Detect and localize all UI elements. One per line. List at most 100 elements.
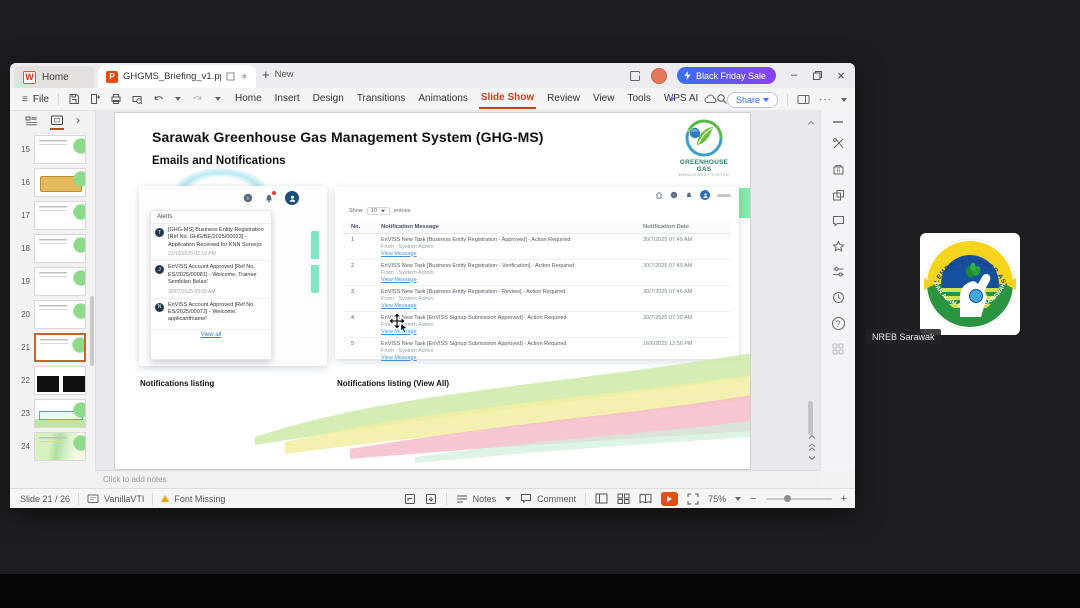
view-message-link[interactable]: View Message bbox=[381, 277, 637, 283]
menu-item[interactable]: Design bbox=[311, 90, 346, 108]
more-apps-grid-icon[interactable] bbox=[832, 343, 844, 355]
next-slide-arrow[interactable] bbox=[808, 455, 816, 461]
undo-dropdown-caret[interactable] bbox=[174, 97, 181, 101]
font-missing-label[interactable]: Font Missing bbox=[174, 494, 225, 504]
panel-scrollbar[interactable] bbox=[90, 296, 94, 366]
menu-item[interactable]: View bbox=[591, 90, 617, 108]
slide-thumbnail-item[interactable]: 17 bbox=[10, 201, 95, 230]
resume-assistant-icon[interactable]: R bbox=[832, 163, 845, 176]
slide-thumbnail[interactable] bbox=[34, 267, 86, 296]
toggle-panel-icon[interactable] bbox=[797, 94, 810, 105]
settings-sliders-icon[interactable] bbox=[832, 266, 845, 278]
slide-canvas[interactable]: Sarawak Greenhouse Gas Management System… bbox=[114, 112, 751, 470]
cloud-sync-icon[interactable] bbox=[704, 94, 718, 105]
slide-thumbnail[interactable] bbox=[34, 300, 86, 329]
undo-icon[interactable] bbox=[152, 93, 166, 105]
share-button[interactable]: Share bbox=[726, 91, 778, 108]
account-avatar[interactable] bbox=[650, 67, 667, 84]
quick-tools-icon[interactable] bbox=[832, 137, 845, 150]
comment-toggle-icon[interactable] bbox=[520, 493, 532, 504]
slide-size-icon[interactable] bbox=[404, 493, 416, 505]
normal-view-icon[interactable] bbox=[595, 493, 608, 504]
menu-item[interactable]: Slide Show bbox=[478, 89, 537, 109]
zoom-in-button[interactable]: + bbox=[841, 493, 847, 505]
view-message-link[interactable]: View Message bbox=[381, 329, 637, 335]
collapse-ribbon-caret[interactable] bbox=[841, 97, 847, 102]
editor-scrollbar[interactable] bbox=[806, 113, 816, 467]
file-menu[interactable]: File bbox=[33, 94, 49, 105]
slide-thumbnail-item[interactable]: 22 bbox=[10, 366, 95, 395]
home-tab[interactable]: W Home bbox=[14, 66, 94, 88]
alert-item[interactable]: J EnVISS Account Approved [Ref No. ES/20… bbox=[151, 261, 271, 299]
notes-bar[interactable]: Click to add notes bbox=[95, 470, 820, 488]
notes-caret[interactable] bbox=[505, 496, 512, 501]
slide-thumbnail[interactable] bbox=[34, 366, 86, 395]
zoom-out-button[interactable]: − bbox=[750, 493, 756, 505]
black-friday-sale-button[interactable]: Black Friday Sale bbox=[676, 67, 776, 84]
slide-thumbnail[interactable] bbox=[34, 234, 86, 263]
alert-item[interactable]: T [GHG-MS] Business Entity Registration … bbox=[151, 224, 271, 262]
comment-toggle-label[interactable]: Comment bbox=[537, 494, 576, 504]
scroll-up-arrow[interactable] bbox=[807, 120, 815, 126]
document-tab[interactable]: P GHGMS_Briefing_v1.pptx ∗ bbox=[98, 65, 256, 88]
more-options-icon[interactable]: ··· bbox=[819, 94, 832, 105]
notes-toggle-label[interactable]: Notes bbox=[473, 494, 497, 504]
theme-name[interactable]: VanillaVTI bbox=[104, 494, 144, 504]
slideshow-play-button[interactable] bbox=[661, 491, 679, 506]
history-clock-icon[interactable] bbox=[832, 291, 845, 304]
star-favorites-icon[interactable] bbox=[831, 240, 845, 253]
outline-view-icon[interactable] bbox=[25, 116, 38, 129]
view-all-link[interactable]: View all bbox=[151, 330, 271, 338]
slide-thumbnail-item[interactable]: 19 bbox=[10, 267, 95, 296]
minimize-button[interactable]: – bbox=[786, 70, 802, 81]
slide-thumbnail-item[interactable]: 21 bbox=[10, 333, 95, 362]
hamburger-icon[interactable]: ≡ bbox=[22, 94, 28, 105]
slide-thumbnail-item[interactable]: 24 bbox=[10, 432, 95, 461]
close-button[interactable]: × bbox=[833, 69, 849, 82]
restore-button[interactable] bbox=[812, 70, 823, 81]
slide-thumbnail-item[interactable]: 15 bbox=[10, 135, 95, 164]
menu-item[interactable]: Home bbox=[233, 90, 264, 108]
help-icon[interactable]: ? bbox=[831, 317, 845, 330]
scrollbar-thumb[interactable] bbox=[808, 401, 813, 435]
entries-select[interactable]: 10 bbox=[366, 207, 390, 215]
menu-item[interactable]: Tools bbox=[625, 90, 652, 108]
menu-item[interactable]: Animations bbox=[416, 90, 469, 108]
slide-thumbnail-item[interactable]: 23 bbox=[10, 399, 95, 428]
slide-thumbnail-item[interactable]: 20 bbox=[10, 300, 95, 329]
slide-thumbnail[interactable] bbox=[34, 432, 86, 461]
tab-list-icon[interactable] bbox=[629, 70, 641, 82]
slide-thumbnail[interactable] bbox=[34, 168, 86, 197]
participant-video-tile[interactable]: LEMBAGA SUMBER ASLI DAN ALAM SEKITAR SAR… bbox=[920, 233, 1020, 335]
zoom-slider[interactable] bbox=[765, 495, 832, 502]
slide-thumbnail[interactable] bbox=[34, 399, 86, 428]
comment-bubble-icon[interactable] bbox=[832, 215, 845, 227]
slide-thumbnail[interactable] bbox=[34, 201, 86, 230]
expand-panel-chevron[interactable]: › bbox=[76, 114, 80, 128]
view-message-link[interactable]: View Message bbox=[381, 251, 637, 257]
export-pdf-icon[interactable] bbox=[89, 93, 101, 105]
zoom-slider-handle[interactable] bbox=[783, 495, 791, 502]
new-tab-button[interactable]: + New bbox=[262, 67, 294, 82]
slide-thumbnail[interactable] bbox=[34, 333, 86, 362]
collapse-sidebar-icon[interactable] bbox=[832, 120, 844, 124]
menu-item[interactable]: Insert bbox=[273, 90, 302, 108]
reading-view-icon[interactable] bbox=[639, 493, 652, 504]
view-message-link[interactable]: View Message bbox=[381, 303, 637, 309]
prev-slide-arrow[interactable] bbox=[808, 434, 816, 440]
redo-icon[interactable] bbox=[190, 93, 204, 105]
shapes-icon[interactable] bbox=[832, 189, 845, 202]
handout-icon[interactable] bbox=[425, 493, 437, 505]
slide-sorter-view-icon[interactable] bbox=[617, 493, 630, 504]
alert-item[interactable]: N EnVISS Account Approved [Ref No. ES/20… bbox=[151, 299, 271, 330]
slide-thumbnail-item[interactable]: 16 bbox=[10, 168, 95, 197]
double-arrow[interactable] bbox=[808, 443, 816, 452]
zoom-value[interactable]: 75% bbox=[708, 494, 726, 504]
notes-toggle-icon[interactable] bbox=[456, 494, 468, 504]
menu-item[interactable]: Review bbox=[545, 90, 582, 108]
tab-window-icon[interactable] bbox=[226, 72, 235, 81]
slide-thumbnail[interactable] bbox=[34, 135, 86, 164]
print-icon[interactable] bbox=[110, 93, 122, 105]
slide-thumbnail-item[interactable]: 18 bbox=[10, 234, 95, 263]
notes-placeholder[interactable]: Click to add notes bbox=[103, 475, 167, 484]
